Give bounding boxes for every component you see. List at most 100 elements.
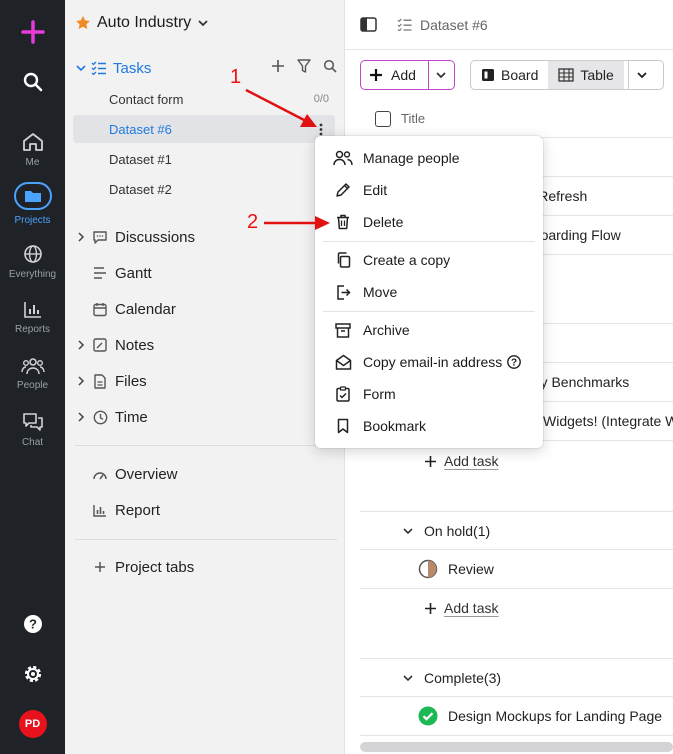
add-task-button[interactable]: Add task <box>425 600 498 616</box>
breadcrumb[interactable]: Dataset #6 <box>397 17 488 33</box>
projects-pill <box>13 182 52 210</box>
tasklist-label: Dataset #6 <box>109 121 172 137</box>
rail-chat[interactable]: Chat <box>0 412 65 448</box>
add-task-button[interactable]: Add task <box>425 453 498 469</box>
nav-overview[interactable]: Overview <box>75 462 178 486</box>
tasks-section-header[interactable]: Tasks <box>75 57 337 79</box>
nav-files[interactable]: Files <box>75 369 147 393</box>
nav-label: Overview <box>115 465 178 483</box>
more-vertical-icon[interactable] <box>319 123 323 136</box>
nav-calendar[interactable]: Calendar <box>75 297 176 321</box>
new-item-button[interactable] <box>0 20 65 44</box>
chat-bubble-icon <box>93 231 107 244</box>
file-icon <box>94 373 106 389</box>
envelope-icon <box>335 354 351 370</box>
menu-item-edit[interactable]: Edit <box>315 175 543 205</box>
plus-icon[interactable] <box>271 59 285 73</box>
svg-text:?: ? <box>511 358 517 369</box>
task-title[interactable]: Widgets! (Integrate W <box>543 413 673 429</box>
menu-item-bookmark[interactable]: Bookmark <box>315 411 543 441</box>
table-view-button[interactable]: Table <box>548 61 624 89</box>
group-header-on-hold[interactable]: On hold(1) <box>360 511 673 550</box>
group-header-complete[interactable]: Complete(3) <box>360 658 673 697</box>
rail-label-projects: Projects <box>14 215 51 226</box>
nav-label: Notes <box>115 336 155 354</box>
search-icon[interactable] <box>323 59 337 73</box>
tasks-label: Tasks <box>113 59 152 77</box>
add-button[interactable]: Add <box>360 60 455 90</box>
nav-notes[interactable]: Notes <box>75 333 154 357</box>
rail-people[interactable]: People <box>0 357 65 391</box>
search-button[interactable] <box>0 72 65 92</box>
nav-discussions[interactable]: Discussions <box>75 225 195 249</box>
help-button[interactable]: ? <box>0 614 65 634</box>
tasklist-item[interactable]: Contact form 0/0 <box>73 85 335 113</box>
menu-item-copy-email[interactable]: Copy email-in address ? <box>315 347 543 377</box>
workspace-switcher[interactable]: Auto Industry <box>75 14 209 32</box>
filter-icon[interactable] <box>297 59 311 73</box>
add-split-divider <box>428 61 429 89</box>
menu-item-form[interactable]: Form <box>315 379 543 409</box>
table-label: Table <box>580 67 614 83</box>
sidebar-toggle-icon[interactable] <box>360 17 377 32</box>
tasklist-item-selected[interactable]: Dataset #6 <box>73 115 335 143</box>
board-label: Board <box>501 67 539 83</box>
board-view-button[interactable]: Board <box>471 61 548 89</box>
menu-item-move[interactable]: Move <box>315 277 543 307</box>
plus-icon <box>20 20 45 44</box>
plus-icon <box>425 455 436 467</box>
chevron-down-icon[interactable] <box>636 70 648 80</box>
status-in-progress-icon[interactable] <box>418 559 438 579</box>
table-icon <box>558 68 575 82</box>
menu-item-delete[interactable]: Delete <box>315 207 543 237</box>
menu-item-create-copy[interactable]: Create a copy <box>315 245 543 275</box>
trash-icon <box>337 214 349 230</box>
settings-button[interactable] <box>0 664 65 684</box>
help-icon: ? <box>23 615 42 633</box>
project-tabs-button[interactable]: Project tabs <box>75 555 194 579</box>
rail-label-reports: Reports <box>14 324 50 335</box>
menu-item-label: Create a copy <box>363 252 451 268</box>
nav-label: Files <box>115 372 147 390</box>
nav-time[interactable]: Time <box>75 405 148 429</box>
rail-reports[interactable]: Reports <box>0 301 65 335</box>
rail-me[interactable]: Me <box>0 132 65 168</box>
user-avatar[interactable]: PD <box>0 710 65 738</box>
gear-icon <box>24 665 41 683</box>
project-sidebar: Auto Industry Tasks Contact form 0/0 Dat… <box>65 0 345 754</box>
rail-everything[interactable]: Everything <box>0 244 65 280</box>
menu-item-manage-people[interactable]: Manage people <box>315 143 543 173</box>
tasklist-item[interactable]: Dataset #1 0/ <box>73 145 335 173</box>
top-bar: Dataset #6 <box>345 0 673 50</box>
add-task-label: Add task <box>444 453 499 469</box>
archive-icon <box>335 322 351 338</box>
status-complete-icon[interactable] <box>418 706 438 726</box>
title-column-header[interactable]: Title <box>401 111 425 126</box>
sidebar-divider <box>75 539 337 540</box>
rail-projects[interactable]: Projects <box>0 182 65 226</box>
app-rail: Me Projects Everything Reports People Ch… <box>0 0 65 754</box>
select-all-checkbox[interactable] <box>375 110 391 127</box>
menu-item-archive[interactable]: Archive <box>315 315 543 345</box>
task-title[interactable]: Design Mockups for Landing Page <box>448 708 662 724</box>
horizontal-scrollbar[interactable] <box>360 742 673 752</box>
sidebar-divider <box>75 445 337 446</box>
home-icon <box>22 133 43 151</box>
help-circle-icon[interactable]: ? <box>507 355 522 369</box>
plus-icon <box>425 602 436 614</box>
rail-label-chat: Chat <box>21 437 44 448</box>
people-icon <box>20 358 45 375</box>
annotation-step-1: 1 <box>230 66 242 88</box>
table-row[interactable]: Design Mockups for Landing Page <box>360 697 673 736</box>
table-row[interactable]: Review <box>360 550 673 589</box>
task-title[interactable]: Review <box>448 561 494 577</box>
chevron-down-icon[interactable] <box>435 70 447 80</box>
group-label: Complete(3) <box>424 669 502 686</box>
chevron-down-icon <box>76 65 86 72</box>
project-tabs-label: Project tabs <box>115 558 195 576</box>
nav-report[interactable]: Report <box>75 498 160 522</box>
nav-gantt[interactable]: Gantt <box>75 261 152 285</box>
rail-label-people: People <box>16 380 49 391</box>
clipboard-icon <box>336 386 350 402</box>
tasklist-item[interactable]: Dataset #2 0/ <box>73 175 335 203</box>
